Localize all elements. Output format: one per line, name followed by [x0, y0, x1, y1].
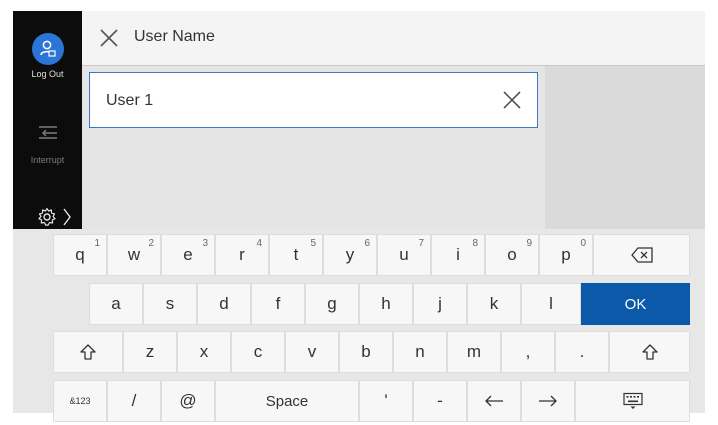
- key-n[interactable]: n: [393, 331, 447, 373]
- key-x[interactable]: x: [177, 331, 231, 373]
- logout-button[interactable]: Log Out: [13, 33, 82, 79]
- key-u[interactable]: u7: [377, 234, 431, 276]
- hide-keyboard-key[interactable]: [575, 380, 690, 422]
- key-c[interactable]: c: [231, 331, 285, 373]
- arrow-right-icon: [539, 395, 557, 407]
- arrow-left-key[interactable]: [467, 380, 521, 422]
- shift-icon: [641, 344, 658, 360]
- shift-icon: [80, 344, 96, 360]
- input-value: User 1: [106, 92, 154, 109]
- key-j[interactable]: j: [413, 283, 467, 325]
- key-t[interactable]: t5: [269, 234, 323, 276]
- symbols-key[interactable]: &123: [53, 380, 107, 422]
- key-g[interactable]: g: [305, 283, 359, 325]
- logout-label: Log Out: [31, 69, 64, 79]
- key-k[interactable]: k: [467, 283, 521, 325]
- backspace-key[interactable]: [593, 234, 690, 276]
- key-d[interactable]: d: [197, 283, 251, 325]
- key-m[interactable]: m: [447, 331, 501, 373]
- keyboard-hide-icon: [622, 392, 643, 409]
- clear-input-icon[interactable]: [501, 89, 523, 111]
- user-name-input[interactable]: User 1: [89, 72, 538, 128]
- interrupt-icon: [38, 126, 57, 139]
- key-e[interactable]: e3: [161, 234, 215, 276]
- shift-left-key[interactable]: [53, 331, 123, 373]
- key-v[interactable]: v: [285, 331, 339, 373]
- key-h[interactable]: h: [359, 283, 413, 325]
- key-w[interactable]: w2: [107, 234, 161, 276]
- close-icon[interactable]: [98, 27, 120, 49]
- arrow-right-key[interactable]: [521, 380, 575, 422]
- backspace-icon: [630, 247, 653, 263]
- interrupt-label: Interrupt: [30, 155, 65, 165]
- key-period[interactable]: .: [555, 331, 609, 373]
- sidebar: Log Out Interrupt: [13, 11, 82, 229]
- key-p[interactable]: p0: [539, 234, 593, 276]
- key-o[interactable]: o9: [485, 234, 539, 276]
- space-key[interactable]: Space: [215, 380, 359, 422]
- key-y[interactable]: y6: [323, 234, 377, 276]
- key-a[interactable]: a: [89, 283, 143, 325]
- user-logout-icon: [31, 33, 64, 65]
- key-f[interactable]: f: [251, 283, 305, 325]
- key-slash[interactable]: /: [107, 380, 161, 422]
- key-i[interactable]: i8: [431, 234, 485, 276]
- settings-button[interactable]: [37, 207, 71, 227]
- key-r[interactable]: r4: [215, 234, 269, 276]
- key-l[interactable]: l: [521, 283, 581, 325]
- shift-right-key[interactable]: [609, 331, 690, 373]
- page-title: User Name: [134, 28, 215, 45]
- key-z[interactable]: z: [123, 331, 177, 373]
- right-panel: [545, 66, 705, 229]
- header-bar: User Name: [82, 11, 705, 66]
- key-s[interactable]: s: [143, 283, 197, 325]
- key-hyphen[interactable]: -: [413, 380, 467, 422]
- key-comma[interactable]: ,: [501, 331, 555, 373]
- gear-icon: [38, 207, 56, 226]
- interrupt-button[interactable]: Interrupt: [13, 124, 82, 165]
- key-q[interactable]: q1: [53, 234, 107, 276]
- key-at[interactable]: @: [161, 380, 215, 422]
- key-apostrophe[interactable]: ': [359, 380, 413, 422]
- arrow-left-icon: [485, 395, 503, 407]
- ok-button[interactable]: OK: [581, 283, 690, 325]
- chevron-right-icon: [63, 208, 71, 226]
- key-b[interactable]: b: [339, 331, 393, 373]
